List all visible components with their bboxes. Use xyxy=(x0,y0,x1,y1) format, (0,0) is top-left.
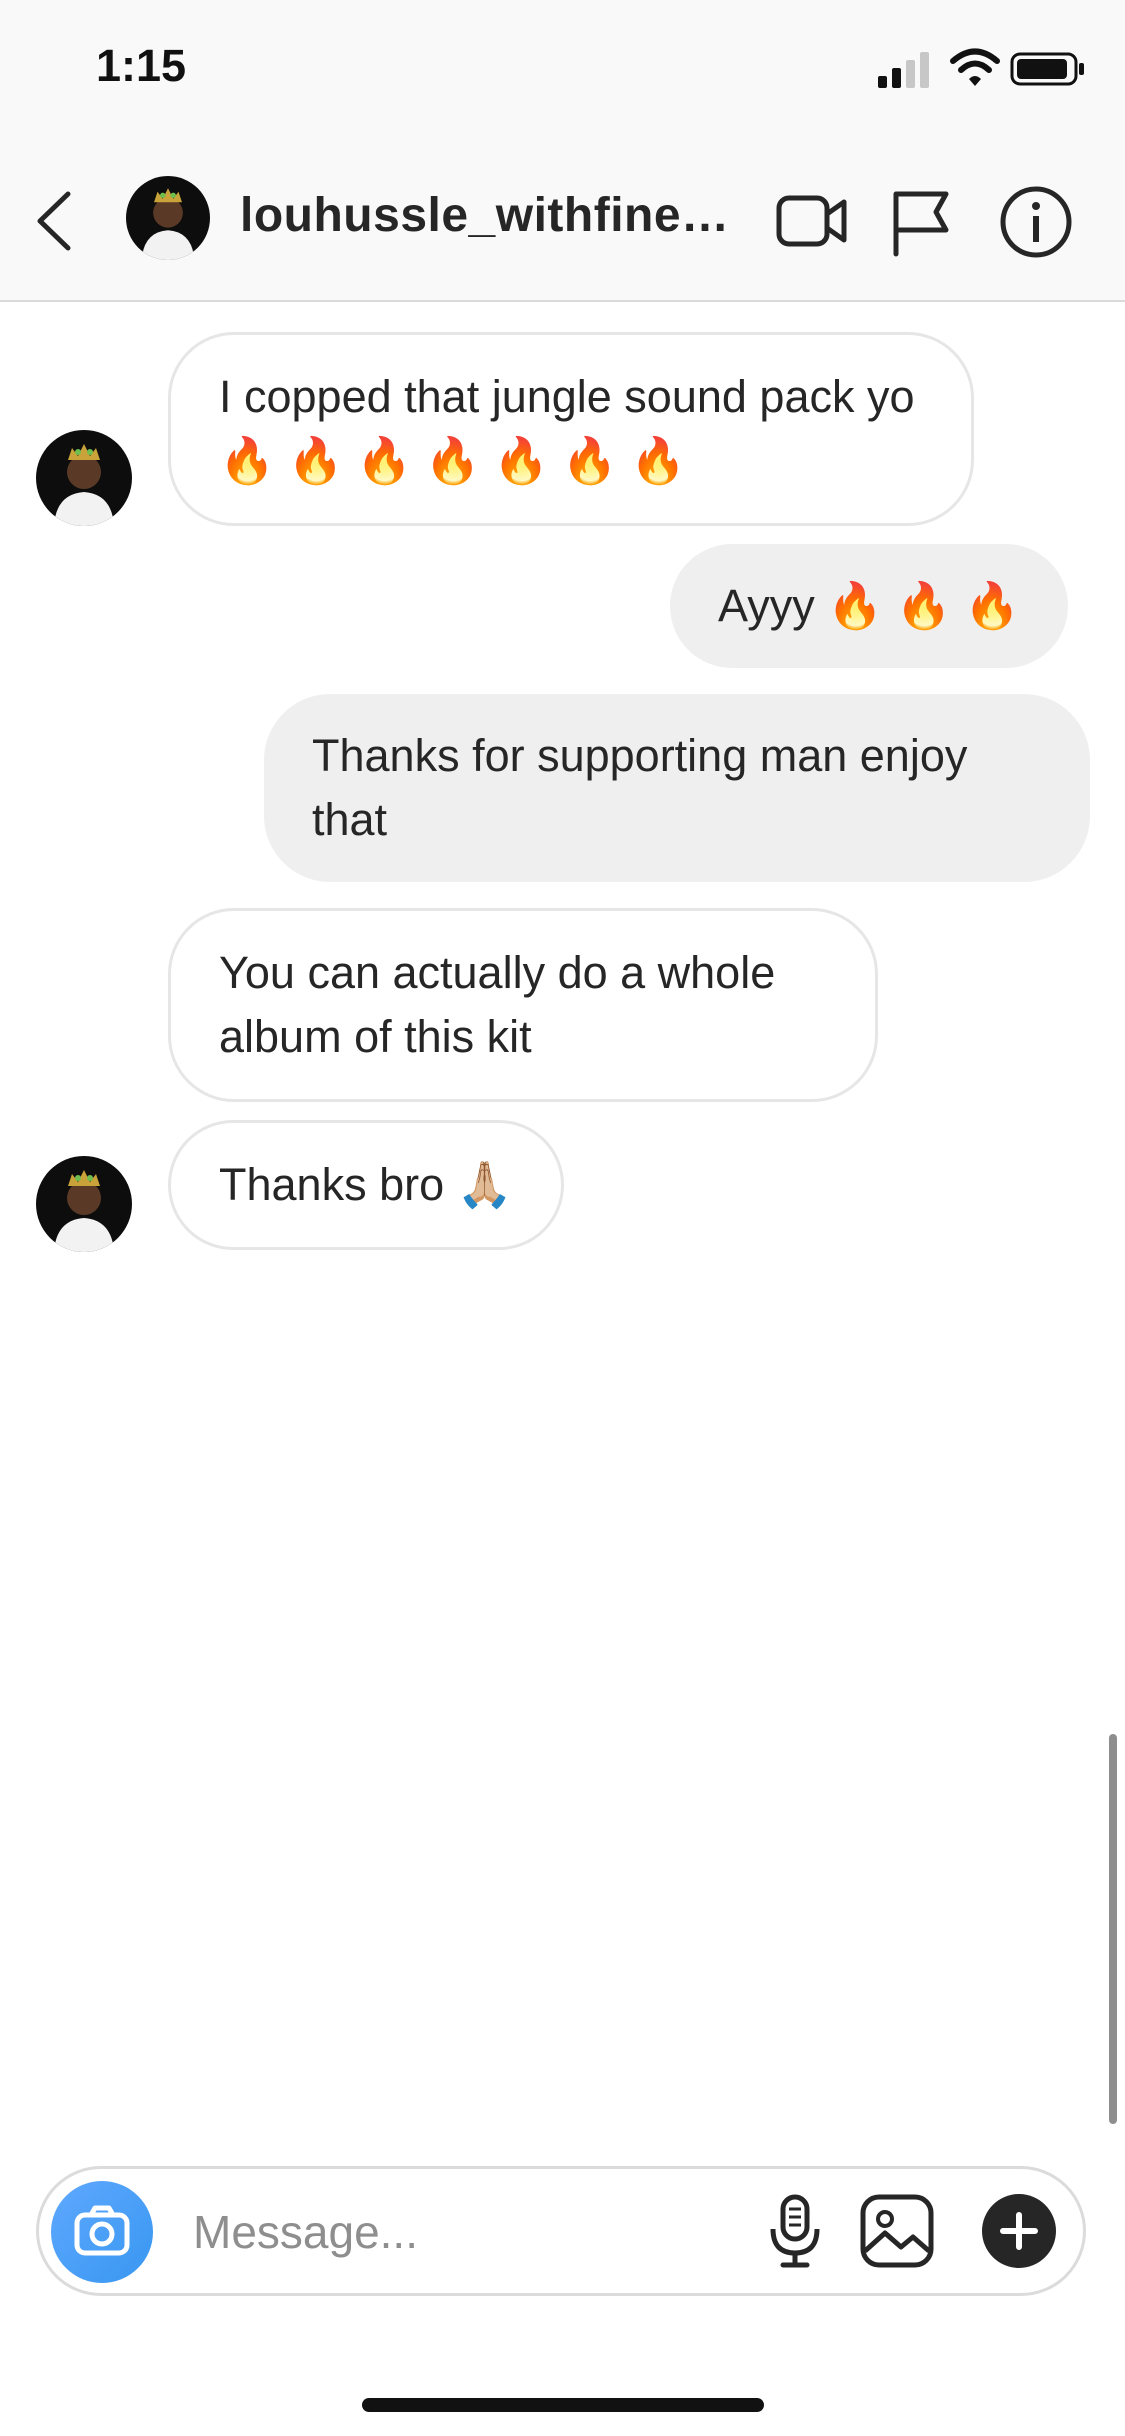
wifi-icon xyxy=(950,48,1000,86)
video-camera-icon[interactable] xyxy=(774,184,850,260)
plus-icon[interactable] xyxy=(979,2191,1059,2271)
chevron-left-icon[interactable] xyxy=(30,188,78,254)
message-bubble-incoming[interactable]: Thanks bro 🙏🏼 xyxy=(168,1120,564,1250)
message-input[interactable]: Message... xyxy=(193,2205,418,2259)
sender-avatar[interactable] xyxy=(36,430,132,526)
sender-avatar[interactable] xyxy=(36,1156,132,1252)
signal-icon xyxy=(878,52,929,88)
info-icon[interactable] xyxy=(998,184,1074,260)
microphone-icon[interactable] xyxy=(755,2191,835,2271)
battery-icon xyxy=(1010,52,1084,86)
conversation-username[interactable]: louhussle_withfinesse xyxy=(240,188,750,243)
flag-icon[interactable] xyxy=(882,184,958,260)
message-composer: Message... xyxy=(36,2166,1086,2296)
scrollbar[interactable] xyxy=(1109,1734,1117,2124)
camera-icon xyxy=(74,2205,130,2256)
message-bubble-incoming[interactable]: You can actually do a whole album of thi… xyxy=(168,908,878,1102)
message-bubble-outgoing[interactable]: Ayyy 🔥 🔥 🔥 xyxy=(670,544,1069,668)
header-avatar[interactable] xyxy=(126,176,210,260)
camera-button[interactable] xyxy=(51,2181,153,2283)
conversation-header: louhussle_withfinesse xyxy=(0,140,1125,302)
message-bubble-incoming[interactable]: I copped that jungle sound pack yo 🔥 🔥 🔥… xyxy=(168,332,974,526)
status-time: 1:15 xyxy=(96,40,187,91)
gallery-icon[interactable] xyxy=(857,2191,937,2271)
home-indicator[interactable] xyxy=(362,2398,764,2412)
status-bar: 1:15 xyxy=(0,0,1125,140)
message-bubble-outgoing[interactable]: Thanks for supporting man enjoy that xyxy=(264,694,1090,882)
